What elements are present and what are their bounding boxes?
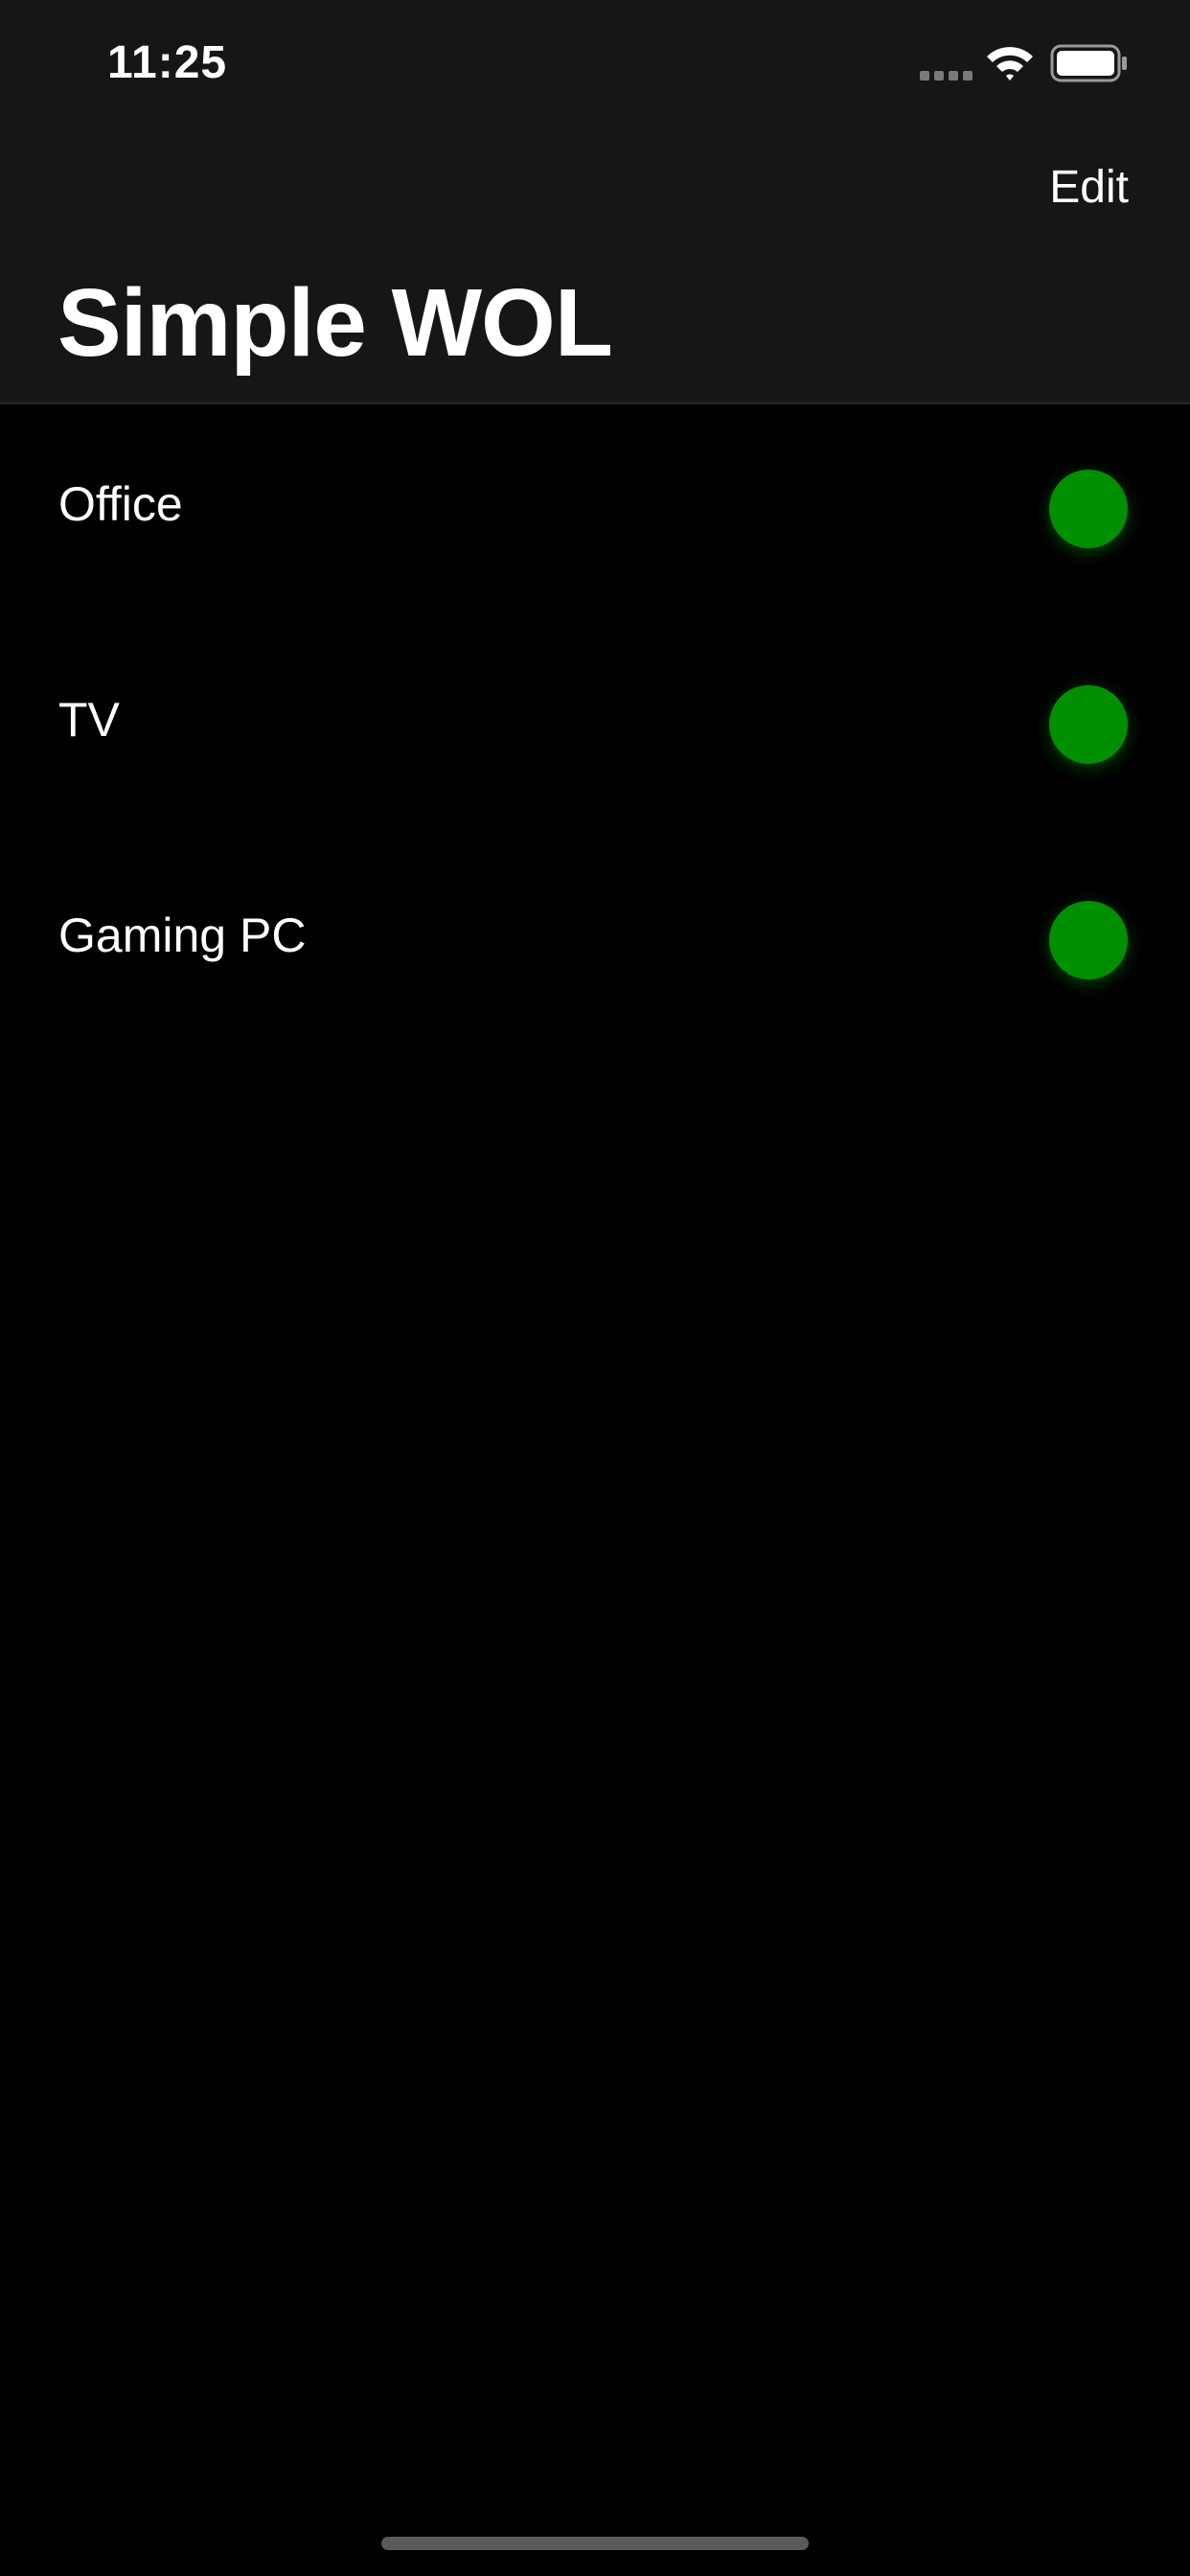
- device-list: Office TV Gaming PC: [0, 404, 1190, 1051]
- device-name: Office: [58, 477, 183, 531]
- device-row-gaming-pc[interactable]: Gaming PC: [0, 836, 1190, 1051]
- status-indicator-icon[interactable]: [1049, 901, 1128, 979]
- device-name: Gaming PC: [58, 908, 307, 962]
- device-name: TV: [58, 693, 120, 747]
- status-bar: 11:25: [0, 0, 1190, 125]
- home-indicator[interactable]: [381, 2537, 809, 2550]
- status-time: 11:25: [107, 37, 228, 88]
- signal-icon: [920, 71, 973, 80]
- battery-icon: [1050, 44, 1129, 82]
- page-title: Simple WOL: [57, 269, 613, 377]
- edit-button[interactable]: Edit: [1049, 161, 1129, 214]
- status-indicator-icon[interactable]: [1049, 685, 1128, 764]
- navigation-header: 11:25 Edit Simple WOL: [0, 0, 1190, 404]
- device-row-office[interactable]: Office: [0, 404, 1190, 620]
- status-indicator-icon[interactable]: [1049, 470, 1128, 548]
- device-row-tv[interactable]: TV: [0, 620, 1190, 836]
- wifi-icon: [985, 44, 1035, 82]
